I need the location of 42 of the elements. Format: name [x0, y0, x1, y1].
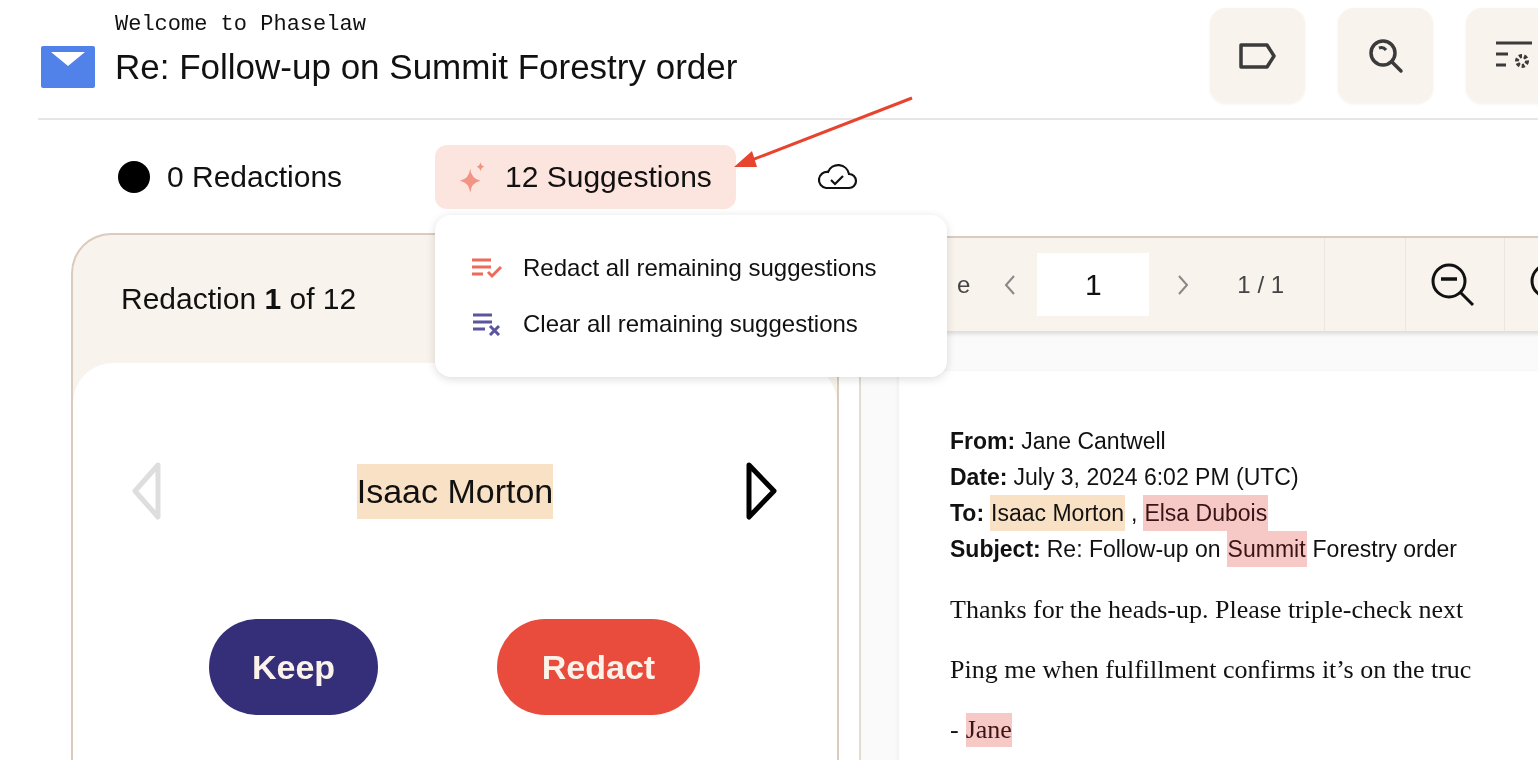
- zoom-out-icon[interactable]: [1430, 261, 1477, 308]
- tag-icon: [1237, 40, 1278, 71]
- previous-page-icon[interactable]: [1004, 273, 1017, 296]
- redaction-dot-icon: [118, 160, 150, 193]
- page-count: 1 / 1: [1237, 270, 1285, 299]
- field-label: From:: [950, 427, 1016, 456]
- next-page-icon[interactable]: [1177, 273, 1190, 296]
- list-settings-button[interactable]: [1466, 8, 1538, 103]
- suggestion-highlight[interactable]: Isaac Morton: [990, 495, 1125, 531]
- field-value: July 3, 2024 6:02 PM (UTC): [1013, 463, 1299, 492]
- menu-item-label: Clear all remaining suggestions: [523, 310, 858, 338]
- suggestion-highlight[interactable]: Summit: [1226, 531, 1307, 567]
- body-text: Ping me when fulfillment confirms it’s on the truc: [950, 654, 1472, 686]
- field-label: Date:: [950, 463, 1008, 492]
- toolbar-label: e: [957, 270, 971, 299]
- sparkle-icon: [459, 160, 487, 193]
- field-label: Subject:: [950, 535, 1041, 564]
- redaction-counter: Redaction 1 of 12: [121, 282, 357, 316]
- list-check-icon: [471, 257, 503, 279]
- field-value: Re: Follow-up on: [1046, 535, 1221, 564]
- suggestions-button[interactable]: 12 Suggestions: [435, 144, 736, 209]
- field-value: Forestry order: [1312, 535, 1457, 564]
- tag-button[interactable]: [1210, 8, 1305, 103]
- menu-item[interactable]: Clear all remaining suggestions: [471, 310, 947, 338]
- body-text: Thanks for the heads-up. Please triple-check next: [950, 594, 1464, 626]
- field-value: Jane Cantwell: [1021, 427, 1166, 456]
- body-text: -: [950, 714, 959, 746]
- list-clear-icon: [471, 312, 503, 336]
- redactions-count: 0 Redactions: [167, 159, 343, 194]
- field-value: ,: [1131, 499, 1138, 528]
- suggestion-highlight[interactable]: Elsa Dubois: [1143, 495, 1269, 531]
- envelope-icon: [41, 46, 95, 88]
- app-welcome-text: Welcome to Phaselaw: [115, 11, 367, 37]
- page-number-field[interactable]: 1: [1037, 253, 1150, 316]
- keep-button[interactable]: Keep: [209, 619, 378, 715]
- suggestion-highlight[interactable]: Jane: [965, 713, 1012, 747]
- search-button[interactable]: [1338, 8, 1433, 103]
- email-title: Re: Follow-up on Summit Forestry order: [115, 46, 738, 87]
- field-label: To:: [950, 499, 985, 528]
- current-suggestion: Isaac Morton: [356, 463, 554, 519]
- menu-item-label: Redact all remaining suggestions: [523, 254, 877, 282]
- menu-item[interactable]: Redact all remaining suggestions: [471, 254, 947, 282]
